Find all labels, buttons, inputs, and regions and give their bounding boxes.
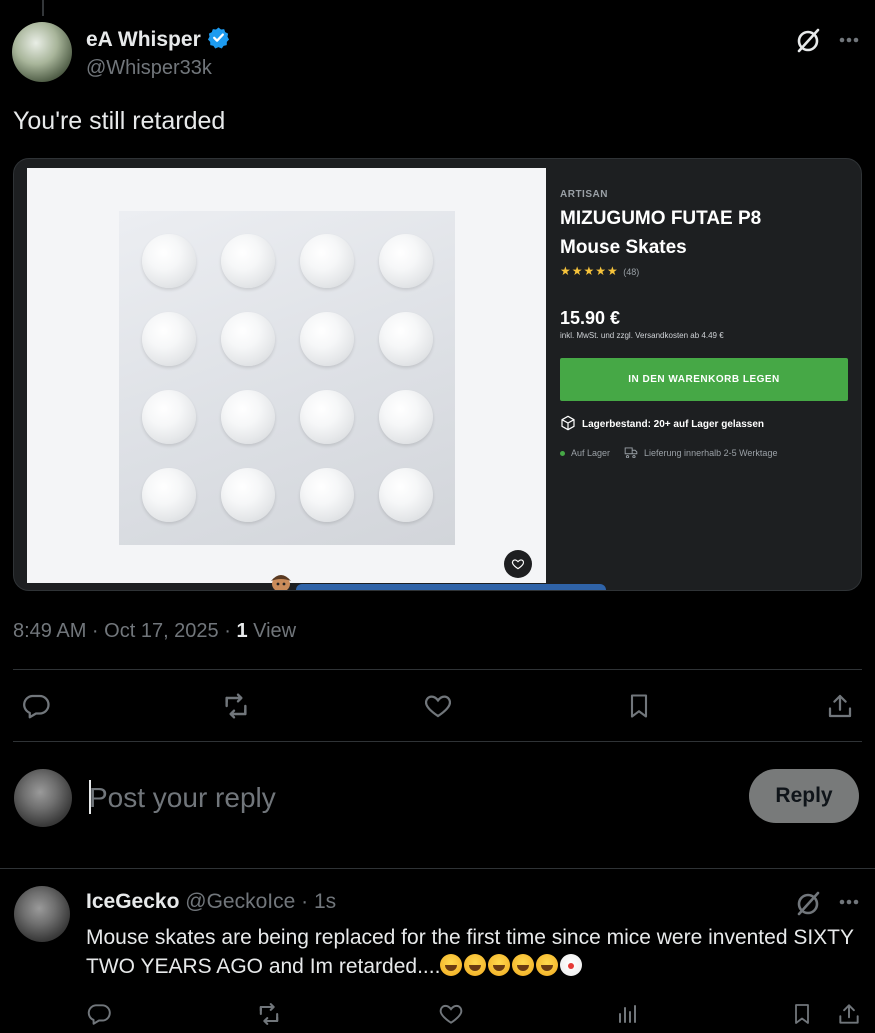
verified-badge-icon [207, 26, 230, 54]
mouse-skate [300, 468, 354, 522]
comment-author-name[interactable]: IceGecko [86, 890, 179, 913]
author-handle[interactable]: @Whisper33k [86, 57, 212, 80]
comment-emojis [440, 954, 584, 978]
product-image [27, 168, 546, 583]
thread-connector-line [42, 0, 44, 16]
cartoon-figure-icon [268, 572, 294, 590]
product-rating: ★★★★★ (48) [560, 262, 856, 280]
in-stock-dot-icon [560, 450, 565, 456]
reply-button[interactable]: Reply [749, 769, 859, 823]
clown-emoji-icon [560, 954, 583, 976]
author-name-row[interactable]: eA Whisper [86, 26, 230, 54]
reply-icon[interactable] [19, 689, 53, 723]
add-to-cart-button: IN DEN WARENKORB LEGEN [560, 358, 848, 401]
mouse-skate [221, 390, 275, 444]
review-count: (48) [623, 267, 640, 277]
views-count: 1 [236, 620, 248, 642]
author-name[interactable]: eA Whisper [86, 28, 201, 51]
tax-note: inkl. MwSt. und zzgl. Versandkosten ab 4… [560, 331, 724, 340]
mouse-skate [379, 390, 433, 444]
stock-text: Lagerbestand: 20+ auf Lager gelassen [582, 419, 765, 430]
rofl-emoji-icon [464, 954, 487, 976]
divider [0, 868, 875, 869]
mouse-skate [379, 234, 433, 288]
share-icon[interactable] [823, 689, 857, 723]
comment-text-block: Mouse skates are being replaced for the … [86, 923, 866, 981]
product-info-panel: ARTISAN MIZUGUMO FUTAE P8 Mouse Skates ★… [560, 189, 856, 460]
mouse-skate [142, 312, 196, 366]
more-icon[interactable] [836, 26, 864, 54]
tweet-meta: 8:49 AM · Oct 17, 2025 · 1 View [13, 620, 296, 643]
skates-sheet [119, 211, 455, 545]
comment-time[interactable]: · 1s [295, 890, 336, 913]
product-price: 15.90 € [560, 308, 621, 328]
rofl-emoji-icon [512, 954, 535, 976]
rofl-emoji-icon [536, 954, 559, 976]
box-icon [560, 415, 576, 434]
share-icon[interactable] [835, 1000, 863, 1028]
availability-row: Auf Lager Lieferung innerhalb 2-5 Werkta… [560, 446, 856, 460]
rofl-emoji-icon [488, 954, 511, 976]
comment-author-handle[interactable]: @GeckoIce [185, 890, 295, 913]
tweet-timestamp[interactable]: 8:49 AM · Oct 17, 2025 · [13, 620, 236, 642]
more-icon[interactable] [836, 888, 864, 916]
mouse-skate [221, 468, 275, 522]
product-title-line2: Mouse Skates [560, 237, 687, 258]
product-title-line1: MIZUGUMO FUTAE P8 [560, 208, 762, 229]
comment-author-avatar[interactable] [14, 886, 70, 942]
mouse-skate [142, 390, 196, 444]
mouse-skate [379, 312, 433, 366]
heart-icon[interactable] [421, 689, 455, 723]
mouse-skate [221, 234, 275, 288]
product-title: MIZUGUMO FUTAE P8 Mouse Skates [560, 204, 856, 262]
availability-text: Auf Lager [571, 448, 611, 458]
author-avatar[interactable] [12, 22, 72, 82]
heart-icon[interactable] [437, 1000, 465, 1028]
delivery-text: Lieferung innerhalb 2-5 Werktage [644, 448, 778, 458]
bookmark-icon[interactable] [788, 1000, 816, 1028]
reply-input[interactable] [89, 776, 729, 820]
views-label: View [247, 620, 297, 642]
mouse-skate [300, 390, 354, 444]
text-caret [89, 780, 91, 814]
comment-header: IceGecko @GeckoIce · 1s [86, 890, 336, 914]
mouse-skate [142, 468, 196, 522]
grok-icon[interactable] [794, 888, 824, 918]
rating-stars: ★★★★★ [560, 264, 619, 278]
mouse-skate [379, 468, 433, 522]
current-user-avatar[interactable] [14, 769, 72, 827]
product-brand: ARTISAN [560, 189, 608, 200]
tweet-text: You're still retarded [13, 107, 226, 135]
tweet-media[interactable]: ARTISAN MIZUGUMO FUTAE P8 Mouse Skates ★… [13, 158, 862, 591]
mouse-skate [142, 234, 196, 288]
mouse-skate [221, 312, 275, 366]
retweet-icon[interactable] [255, 1000, 283, 1028]
bookmark-icon[interactable] [622, 689, 656, 723]
mouse-skate [300, 312, 354, 366]
views-icon[interactable] [613, 1000, 641, 1028]
reply-icon[interactable] [85, 1000, 113, 1028]
divider [13, 741, 862, 742]
rofl-emoji-icon [440, 954, 463, 976]
overlay-strip [296, 584, 606, 590]
retweet-icon[interactable] [219, 689, 253, 723]
divider [13, 669, 862, 670]
delivery-truck-icon [624, 446, 638, 460]
mouse-skate [300, 234, 354, 288]
wishlist-heart-icon [504, 550, 532, 578]
grok-icon[interactable] [794, 25, 824, 55]
stock-row: Lagerbestand: 20+ auf Lager gelassen [560, 415, 856, 434]
